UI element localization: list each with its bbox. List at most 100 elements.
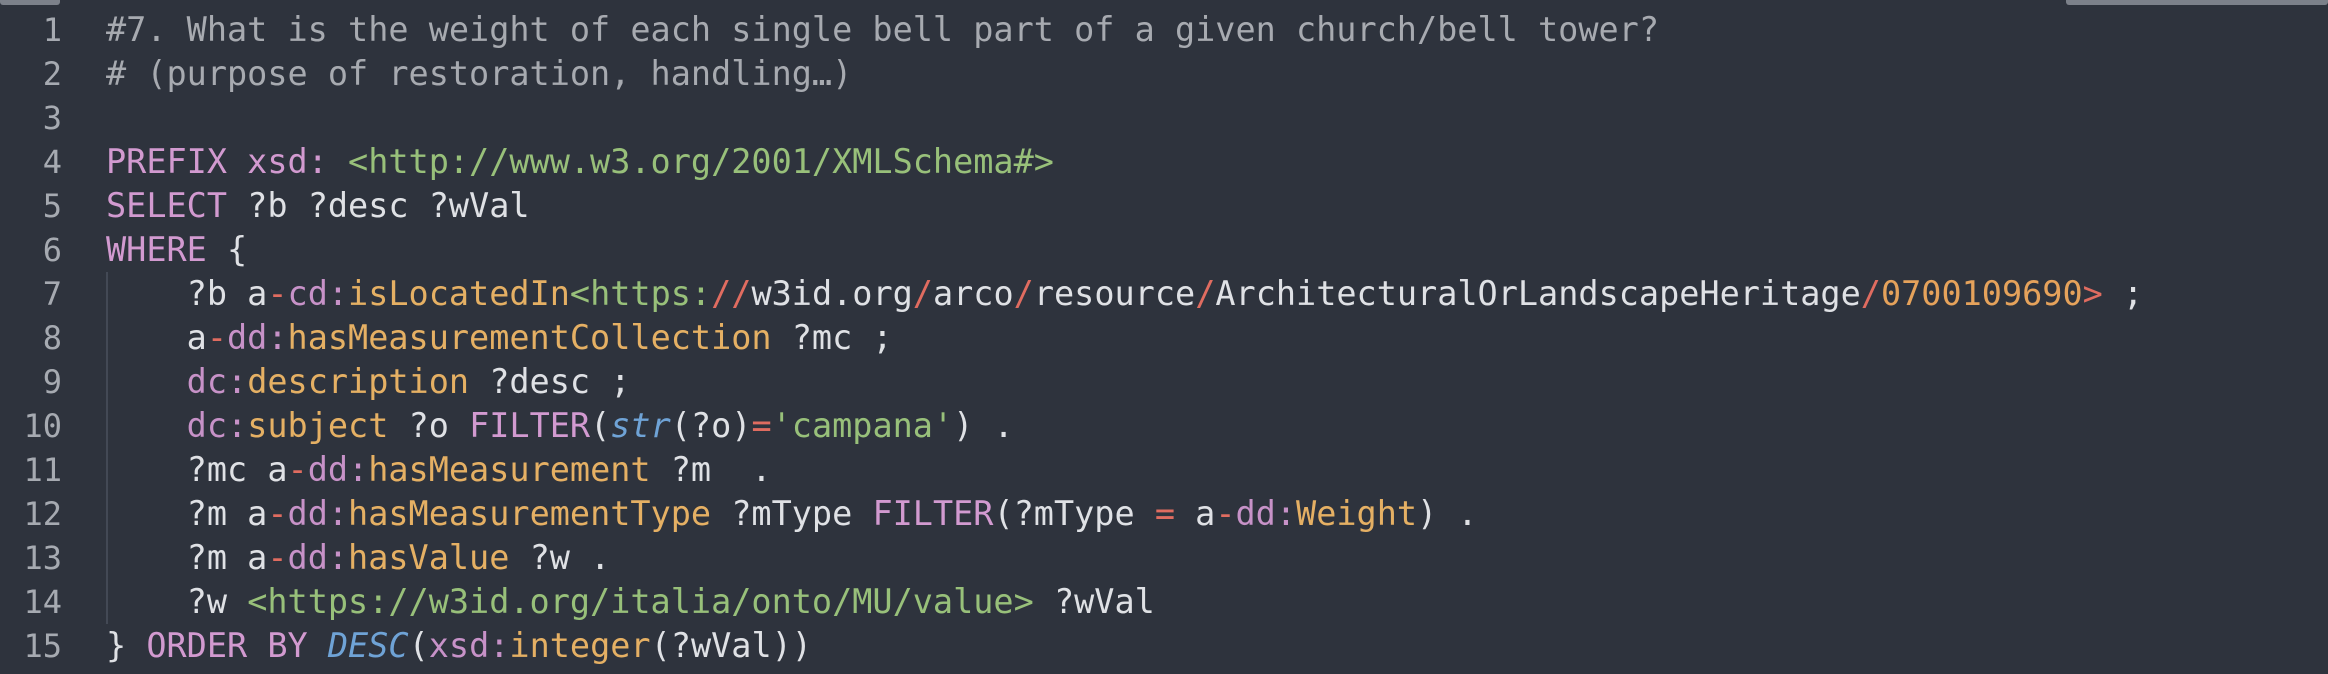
code-token: ?mc a	[106, 450, 288, 489]
code-token: <https://w3id.org/italia/onto/MU/value>	[247, 582, 1034, 621]
line-number: 12	[23, 495, 62, 533]
code-token: /	[1013, 274, 1034, 313]
code-token: -	[267, 494, 288, 533]
code-token: (	[408, 626, 429, 665]
code-line[interactable]: } ORDER BY DESC(xsd:integer(?wVal))	[106, 624, 2328, 668]
line-number: 13	[23, 539, 62, 577]
code-token: ORDER BY	[146, 626, 328, 665]
code-token: dc:	[106, 406, 248, 445]
code-token: -	[206, 318, 228, 357]
code-line[interactable]: ?m a-dd:hasMeasurementType ?mType FILTER…	[106, 492, 2328, 536]
code-token: description	[247, 362, 470, 401]
code-token: ) .	[1417, 494, 1478, 533]
code-line[interactable]: ?b a-cd:isLocatedIn<https://w3id.org/arc…	[106, 272, 2328, 316]
code-token: DESC	[327, 626, 409, 665]
code-token: {	[206, 230, 248, 269]
code-line[interactable]: dc:description ?desc ;	[106, 360, 2328, 404]
code-editor[interactable]: 1 2 3 4 5 6 7 8 9 10 11 12 13 14 15 #7. What is the we…	[0, 0, 2328, 674]
code-line[interactable]	[106, 96, 2328, 140]
code-token: PREFIX xsd:	[106, 142, 349, 181]
code-token: ?mc ;	[771, 318, 893, 357]
code-line[interactable]: WHERE {	[106, 228, 2328, 272]
line-number: 7	[42, 275, 62, 313]
code-token: FILTER	[872, 494, 994, 533]
line-number: 4	[42, 143, 62, 181]
code-token: str	[610, 406, 671, 445]
line-number: 15	[23, 627, 62, 665]
line-number: 10	[23, 407, 62, 445]
code-token: xsd:	[428, 626, 510, 665]
line-number: 6	[42, 231, 62, 269]
code-token: dd:	[287, 494, 349, 533]
code-token: isLocatedIn	[348, 274, 570, 313]
code-token: /	[1860, 274, 1881, 313]
code-token: hasMeasurementCollection	[287, 318, 772, 357]
code-token: a	[1175, 494, 1216, 533]
code-token: 0700109690	[1880, 274, 2083, 313]
code-token: -	[287, 450, 308, 489]
line-number: 5	[42, 187, 62, 225]
code-token: (?o)	[670, 406, 752, 445]
code-token: subject	[247, 406, 389, 445]
code-token: ) .	[953, 406, 1014, 445]
code-token: FILTER	[469, 406, 591, 445]
code-token: #7. What is the weight of each single be…	[106, 10, 1659, 49]
code-token: //	[711, 274, 752, 313]
code-area[interactable]: #7. What is the weight of each single be…	[106, 8, 2328, 668]
code-token: /	[912, 274, 933, 313]
code-token: ?w .	[509, 538, 611, 577]
line-number-gutter: 1 2 3 4 5 6 7 8 9 10 11 12 13 14 15	[0, 8, 62, 668]
code-token: <https:	[569, 274, 712, 313]
code-token: /	[1195, 274, 1216, 313]
code-line[interactable]: dc:subject ?o FILTER(str(?o)='campana') …	[106, 404, 2328, 448]
code-token: ?m .	[650, 450, 772, 489]
code-token: <http://www.w3.org/2001/XMLSchema#>	[348, 142, 1054, 181]
code-line[interactable]: # (purpose of restoration, handling…)	[106, 52, 2328, 96]
code-token: ?o	[388, 406, 470, 445]
horizontal-scrollbar-thumb[interactable]	[2066, 0, 2328, 5]
line-number: 14	[23, 583, 62, 621]
code-token: dd:	[287, 538, 349, 577]
code-token: arco	[932, 274, 1014, 313]
code-line[interactable]: PREFIX xsd: <http://www.w3.org/2001/XMLS…	[106, 140, 2328, 184]
code-token: WHERE	[106, 230, 207, 269]
code-line[interactable]: ?w <https://w3id.org/italia/onto/MU/valu…	[106, 580, 2328, 624]
code-token: dc:	[106, 362, 248, 401]
code-token: ?wVal	[1033, 582, 1155, 621]
code-token: ?mType	[711, 494, 873, 533]
code-token: cd:	[287, 274, 349, 313]
code-line[interactable]: SELECT ?b ?desc ?wVal	[106, 184, 2328, 228]
code-token: resource	[1033, 274, 1196, 313]
code-token: dd:	[227, 318, 288, 357]
code-token: a	[106, 318, 207, 357]
line-number: 9	[42, 363, 62, 401]
line-number: 11	[23, 451, 62, 489]
line-number: 8	[42, 319, 62, 357]
line-number: 1	[42, 11, 62, 49]
code-token: dd:	[1235, 494, 1297, 533]
code-token: w3id.org	[751, 274, 913, 313]
code-token: ?b ?desc ?wVal	[227, 186, 530, 225]
code-token: ArchitecturalOrLandscapeHeritage	[1215, 274, 1861, 313]
horizontal-scrollbar-left[interactable]	[0, 0, 60, 5]
code-token: =	[751, 406, 772, 445]
code-line[interactable]: a-dd:hasMeasurementCollection ?mc ;	[106, 316, 2328, 360]
code-token: ?w	[106, 582, 248, 621]
code-token: dd:	[307, 450, 369, 489]
code-token: hasMeasurementType	[348, 494, 712, 533]
code-line[interactable]: ?m a-dd:hasValue ?w .	[106, 536, 2328, 580]
line-number: 2	[42, 55, 62, 93]
code-token: SELECT	[106, 186, 228, 225]
code-line[interactable]: #7. What is the weight of each single be…	[106, 8, 2328, 52]
code-token: integer	[509, 626, 651, 665]
code-token: }	[106, 626, 147, 665]
code-token: ?b a	[106, 274, 268, 313]
code-line[interactable]: ?mc a-dd:hasMeasurement ?m .	[106, 448, 2328, 492]
code-token: -	[267, 538, 288, 577]
code-token: hasValue	[348, 538, 510, 577]
code-token: -	[267, 274, 288, 313]
code-token: (?wVal))	[650, 626, 812, 665]
code-token: ?m a	[106, 494, 268, 533]
line-number: 3	[42, 99, 62, 137]
code-token: -	[1215, 494, 1236, 533]
